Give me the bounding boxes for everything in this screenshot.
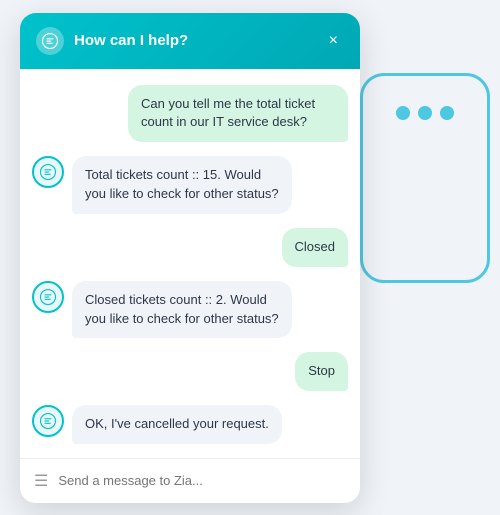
user-bubble: Can you tell me the total ticket count i… <box>128 85 348 143</box>
backdrop-dots <box>363 76 487 120</box>
message-row: Closed <box>32 228 348 267</box>
message-row: OK, I've cancelled your request. <box>32 405 348 444</box>
zia-logo <box>36 27 64 55</box>
menu-icon[interactable]: ☰ <box>34 471 48 491</box>
message-input[interactable] <box>58 473 346 488</box>
backdrop-dot-1 <box>396 106 410 120</box>
close-button[interactable]: × <box>323 31 344 51</box>
message-row: Closed tickets count :: 2. Would you lik… <box>32 281 348 339</box>
bot-avatar <box>32 405 64 437</box>
user-bubble: Stop <box>295 352 348 391</box>
messages-area: Can you tell me the total ticket count i… <box>20 69 360 458</box>
bot-avatar <box>32 156 64 188</box>
message-row: Can you tell me the total ticket count i… <box>32 85 348 143</box>
chat-header: How can I help? × <box>20 13 360 69</box>
bot-bubble: OK, I've cancelled your request. <box>72 405 282 444</box>
bot-avatar <box>32 281 64 313</box>
scene: How can I help? × Can you tell me the to… <box>20 13 480 503</box>
bot-bubble: Closed tickets count :: 2. Would you lik… <box>72 281 292 339</box>
backdrop-decoration <box>360 73 490 283</box>
bot-bubble: Total tickets count :: 15. Would you lik… <box>72 156 292 214</box>
header-title: How can I help? <box>74 32 313 49</box>
message-row: Stop <box>32 352 348 391</box>
user-bubble: Closed <box>282 228 348 267</box>
chat-input-area: ☰ <box>20 458 360 503</box>
backdrop-dot-3 <box>440 106 454 120</box>
backdrop-dot-2 <box>418 106 432 120</box>
message-row: Total tickets count :: 15. Would you lik… <box>32 156 348 214</box>
chat-widget: How can I help? × Can you tell me the to… <box>20 13 360 503</box>
